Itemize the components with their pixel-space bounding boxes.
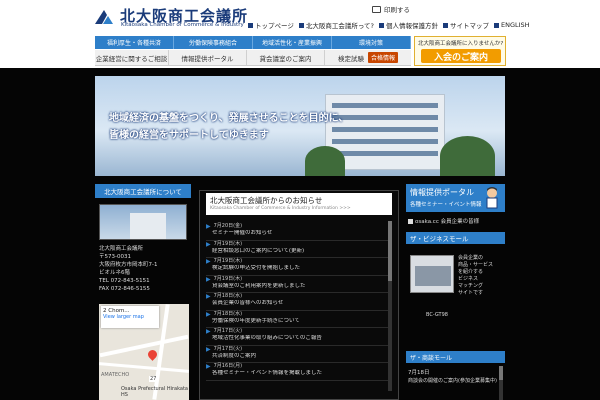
util-link-english[interactable]: ENGLISH [494,20,530,30]
bullet-icon [248,22,253,28]
news-panel: 北大阪商工会議所からのお知らせ Kitaosaka Chamber of Com… [199,190,399,400]
util-link-privacy[interactable]: 個人情報保護方針 [379,20,438,30]
news-item[interactable]: ▶ 7月16日(月) 各種セミナー・イベント情報を掲載しました [206,363,392,381]
news-item[interactable]: ▶ 7月17日(火) 地域活性化事業の取り組みについてのご報告 [206,328,392,346]
trade-mall-scrollbar[interactable] [499,366,503,400]
bullet-icon [443,22,448,28]
arrow-icon: ▶ [206,240,211,248]
nav-portal[interactable]: 情報提供ポータル [169,50,247,65]
print-button[interactable]: 印刷する [372,4,410,14]
arrow-icon: ▶ [206,345,211,353]
trade-mall-heading[interactable]: ザ・商談モール [406,351,505,363]
nav-regional[interactable]: 地域活性化・産業振興 [253,36,332,49]
map-info-card: 2 Chom... View larger map [101,306,159,328]
bullet-icon [408,218,413,224]
print-label: 印刷する [384,6,410,14]
news-scrollbar[interactable] [388,221,392,391]
news-item[interactable]: ▶ 7月17日(火) 共済制度のご案内 [206,345,392,363]
news-item[interactable]: ▶ 7月18日(水) 会員企業の皆様へのお知らせ [206,293,392,311]
arrow-icon: ▶ [206,275,211,283]
news-header: 北大阪商工会議所からのお知らせ Kitaosaka Chamber of Com… [206,193,392,215]
secondary-nav: 企業経営に関するご相談 情報提供ポータル 貸会議室のご案内 検定試験 合格情報 [95,50,411,66]
business-mall-heading[interactable]: ザ・ビジネスモール [406,232,505,244]
map-larger-link[interactable]: View larger map [103,314,157,320]
bullet-icon [298,22,304,28]
arrow-icon: ▶ [206,293,211,300]
portal-subtitle: 各種セミナー・イベント情報 [410,202,482,208]
join-tagline: 北大阪商工会議所に入りませんか? [418,41,504,47]
pass-info-badge[interactable]: 合格情報 [367,52,398,63]
mascot-icon [486,187,498,209]
map-area-label: AMATECHO [101,372,130,378]
join-banner[interactable]: 北大阪商工会議所に入りませんか? 入会のご案内 [414,36,506,66]
trade-mall-text[interactable]: 商談会の開催のご案内(参加企業募集中) [408,378,500,385]
site-subtitle: Kitaosaka Chamber of Commerce & Industry [121,22,244,28]
bullet-icon [494,22,499,28]
business-mall-text: 会員企業の 商品・サービス を紹介する ビジネス マッチング サイトです [458,255,494,296]
arrow-icon: ▶ [206,363,211,370]
news-item[interactable]: ▶ 7月19日(木) 経営相談窓口のご案内について(更新) [206,240,392,258]
hero-headline: 地域経済の基盤をつくり、発展させることを目的に、 [109,113,349,124]
nav-labor-insurance[interactable]: 労働保険事務組合 [174,36,253,49]
news-item[interactable]: ▶ 7月18日(水) 労働保険の年度更新手続きについて [206,310,392,328]
util-link-top[interactable]: トップページ [248,20,294,30]
nav-exams[interactable]: 検定試験 合格情報 [325,50,411,65]
news-item[interactable]: ▶ 7月19日(木) 貸会議室のご利用案内を更新しました [206,275,392,293]
primary-nav: 福利厚生・各種共済 労働保険事務組合 地域活性化・産業振興 環境対策 [95,36,411,49]
info-line: FAX 072-846-5155 [99,286,150,292]
hero-subheadline: 皆様の経営をサポートしてゆきます [109,130,269,141]
news-title: 北大阪商工会議所からのお知らせ [210,196,323,205]
nav-exams-label: 検定試験 [337,54,364,63]
portal-banner[interactable]: 情報提供ポータル 各種セミナー・イベント情報 [406,184,505,212]
site-header: 北大阪商工会議所 Kitaosaka Chamber of Commerce &… [0,0,600,34]
hero-banner: 地域経済の基盤をつくり、発展させることを目的に、 皆様の経営をサポートしてゆきま… [95,76,505,176]
info-line: 北大阪商工会議所 [99,246,144,252]
portal-title: 情報提供ポータル [410,188,474,197]
info-line: TEL 072-843-5151 [99,278,150,284]
scroll-thumb[interactable] [388,221,392,281]
news-list: ▶ 7月20日(金) セミナー開催のお知らせ ▶ 7月19日(木) 経営相談窓口のご案内… [206,223,392,381]
about-heading[interactable]: 北大阪商工会議所について [95,184,191,198]
location-map[interactable]: 2 Chom... View larger map AMATECHO 27 Os… [99,304,189,400]
arrow-icon: ▶ [206,258,211,265]
nav-meeting-rooms[interactable]: 貸会議室のご案内 [247,50,325,65]
tree-image [440,136,495,176]
product-caption: BC-GT98 [426,312,448,318]
printer-icon [372,5,381,13]
product-image[interactable] [410,255,454,293]
osaka-cc-label: osaka.cc 会員企業の皆様 [415,219,480,225]
contact-info: 北大阪商工会議所 〒573-0031 大阪府枚方市岡本町7-1 ビオルネ6階 T… [99,245,189,293]
util-link-about[interactable]: 北大阪商工会議所って? [298,20,374,30]
map-school-label: Osaka Prefectural Hirakata HS [121,386,188,398]
arrow-icon: ▶ [206,310,211,318]
arrow-icon: ▶ [206,223,211,230]
nav-consulting[interactable]: 企業経営に関するご相談 [95,50,169,65]
trade-mall-date: 7月18日 [408,370,430,376]
news-item[interactable]: ▶ 7月19日(木) 検定試験の申込受付を開始しました [206,258,392,276]
nav-environment[interactable]: 環境対策 [332,36,411,49]
info-line: ビオルネ6階 [99,270,130,276]
news-subtitle: Kitaosaka Chamber of Commerce & Industry… [210,206,351,211]
bullet-icon [379,22,384,28]
utility-nav: トップページ 北大阪商工会議所って? 個人情報保護方針 サイトマップ ENGLI… [248,20,530,30]
nav-welfare[interactable]: 福利厚生・各種共済 [95,36,174,49]
tree-image [305,146,345,176]
info-line: 大阪府枚方市岡本町7-1 [99,262,158,268]
info-line: 〒573-0031 [99,254,131,260]
arrow-icon: ▶ [206,328,211,335]
office-photo [99,204,187,240]
logo-icon[interactable] [93,6,115,28]
join-button[interactable]: 入会のご案内 [421,49,501,63]
news-item[interactable]: ▶ 7月20日(金) セミナー開催のお知らせ [206,223,392,241]
map-route-label: 27 [149,376,158,382]
osaka-cc-link[interactable]: osaka.cc 会員企業の皆様 [408,217,479,225]
util-link-sitemap[interactable]: サイトマップ [443,20,489,30]
scroll-thumb[interactable] [499,366,503,380]
